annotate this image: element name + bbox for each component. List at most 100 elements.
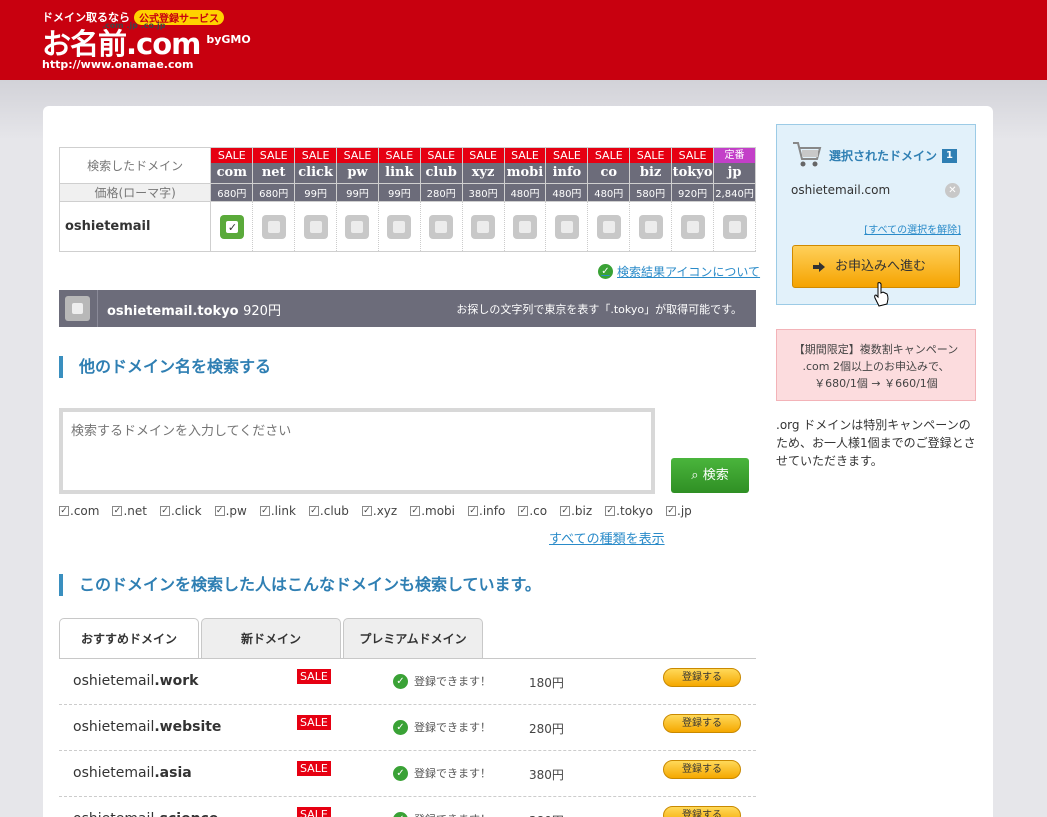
proceed-label: お申込みへ進む: [835, 259, 927, 274]
tld-filter-tokyo[interactable]: ✓ .tokyo: [605, 504, 653, 518]
logo-by: by: [206, 33, 222, 46]
tld-checkbox-link[interactable]: [387, 214, 412, 239]
tld-filter-label: .biz: [571, 504, 593, 518]
sale-badge: SALE: [337, 148, 378, 163]
tld-filter-info[interactable]: ✓ .info: [468, 504, 505, 518]
tld-filter-mobi[interactable]: ✓ .mobi: [410, 504, 455, 518]
tld-price: 99円: [294, 183, 338, 202]
tld-checkbox-mobi[interactable]: [512, 214, 537, 239]
tld-checkbox-click[interactable]: [303, 214, 328, 239]
tab-recommended[interactable]: おすすめドメイン: [59, 618, 199, 659]
tld-checkbox-net[interactable]: [261, 214, 286, 239]
tld-filter-biz[interactable]: ✓ .biz: [560, 504, 592, 518]
cart-selected-domain: oshietemail.com: [791, 183, 891, 197]
tokyo-checkbox[interactable]: [65, 296, 90, 321]
tld-filter-net[interactable]: ✓ .net: [112, 504, 147, 518]
domain-search-input[interactable]: [59, 408, 655, 494]
register-button[interactable]: 登録する: [663, 668, 741, 687]
checkbox-checked-icon[interactable]: ✓: [308, 506, 319, 516]
tld-filter-club[interactable]: ✓ .club: [308, 504, 349, 518]
register-button[interactable]: 登録する: [663, 806, 741, 817]
tld-price: 280円: [419, 183, 463, 202]
checkbox-checked-icon[interactable]: ✓: [518, 506, 529, 516]
checkbox-checked-icon[interactable]: ✓: [259, 506, 270, 516]
tld-filter-link[interactable]: ✓ .link: [259, 504, 296, 518]
domain-tld: .asia: [154, 765, 192, 781]
tld-checkbox-com[interactable]: ✓: [219, 214, 244, 239]
tld-filter-label: .co: [529, 504, 548, 518]
tokyo-suggestion-bar: oshietemail.tokyo 920円 お探しの文字列で東京を表す「.to…: [59, 290, 756, 327]
sale-badge: SALE: [588, 148, 630, 163]
result-icon-help-link[interactable]: ✓ 検索結果アイコンについて: [598, 263, 760, 280]
check-circle-icon: ✓: [393, 719, 408, 735]
selected-domain-cart: 選択されたドメイン 1 oshietemail.com ✕ [すべての選択を解除…: [776, 124, 976, 305]
checkbox-checked-icon[interactable]: ✓: [159, 506, 170, 516]
check-circle-icon: ✓: [393, 811, 408, 817]
tld-filter-com[interactable]: ✓ .com: [59, 504, 99, 518]
site-logo[interactable]: ドメイン取るなら 公式登録サービス お名前.com byGMO .com .jp…: [42, 9, 251, 71]
tld-checkbox-co[interactable]: [596, 214, 621, 239]
logo-tld-hint: .com .jp .co.jp: [102, 21, 166, 30]
campaign-banner: 【期間限定】複数割キャンペーン .com 2個以上のお申込みで、 ￥680/1個…: [776, 329, 976, 401]
tld-filter-label: .club: [319, 504, 349, 518]
site-header: ドメイン取るなら 公式登録サービス お名前.com byGMO .com .jp…: [0, 0, 1047, 80]
checkbox-checked-icon[interactable]: ✓: [605, 506, 616, 516]
tld-checkbox-cell: [629, 201, 673, 252]
tld-checkbox-cell: [461, 201, 505, 252]
list-item: oshietemail.work SALE ✓ 登録できます！ 180円 登録する: [59, 659, 756, 705]
tld-checkbox-cell: [713, 201, 756, 252]
related-domain-price: 280円: [529, 722, 564, 736]
availability-status: ✓ 登録できます！: [393, 811, 491, 817]
tld-checkbox-biz[interactable]: [638, 214, 663, 239]
tld-checkbox-jp[interactable]: [722, 214, 747, 239]
tab-premium-domains[interactable]: プレミアムドメイン: [343, 618, 483, 658]
tld-column-xyz: SALE xyz: [461, 147, 505, 184]
show-all-types-link[interactable]: すべての種類を表示: [549, 528, 665, 547]
tld-price: 580円: [629, 183, 673, 202]
sale-badge: SALE: [546, 148, 588, 163]
tld-name: info: [552, 165, 582, 180]
checkbox-checked-icon[interactable]: ✓: [560, 506, 571, 516]
checkbox-checked-icon[interactable]: ✓: [666, 506, 676, 516]
checkbox-checked-icon[interactable]: ✓: [468, 506, 478, 516]
tab-new-domains[interactable]: 新ドメイン: [201, 618, 341, 658]
related-domain-price: 180円: [529, 676, 564, 690]
tld-filter-pw[interactable]: ✓ .pw: [214, 504, 247, 518]
tld-checkbox-pw[interactable]: [345, 214, 370, 239]
checkbox-checked-icon[interactable]: ✓: [361, 506, 372, 516]
search-button[interactable]: ⌕ 検索: [671, 458, 749, 493]
checkbox-checked-icon[interactable]: ✓: [214, 506, 225, 516]
remove-domain-icon[interactable]: ✕: [945, 183, 960, 198]
tld-column-click: SALE click: [294, 147, 338, 184]
result-icon-help-text: 検索結果アイコンについて: [617, 265, 761, 279]
register-button[interactable]: 登録する: [663, 760, 741, 779]
tld-column-club: SALE club: [419, 147, 463, 184]
hand-cursor-icon: [874, 282, 889, 307]
tld-checkbox-cell: [587, 201, 631, 252]
tld-name: co: [600, 165, 618, 180]
tld-checkbox-cell: [252, 201, 296, 252]
availability-status: ✓ 登録できます！: [393, 719, 491, 735]
clear-selection-link[interactable]: [すべての選択を解除]: [864, 221, 961, 236]
tokyo-message: お探しの文字列で東京を表す「.tokyo」が取得可能です。: [456, 303, 742, 316]
related-domain-name: oshietemail.work: [73, 673, 198, 689]
sale-badge: SALE: [297, 761, 331, 776]
tld-checkbox-club[interactable]: [429, 214, 454, 239]
checkbox-checked-icon[interactable]: ✓: [410, 506, 421, 516]
checkbox-checked-icon[interactable]: ✓: [112, 506, 123, 516]
tld-filter-click[interactable]: ✓ .click: [159, 504, 202, 518]
checkbox-checked-icon[interactable]: ✓: [59, 506, 69, 516]
searched-keyword: oshietemail: [58, 201, 212, 252]
tld-checkbox-xyz[interactable]: [471, 214, 496, 239]
tld-filter-jp[interactable]: ✓ .jp: [666, 504, 692, 518]
tld-column-net: SALE net: [252, 147, 296, 184]
domain-result-table: 検索したドメイン SALE com SALE net SALE click SALE pw SA…: [58, 147, 756, 252]
tld-name: link: [385, 165, 414, 180]
related-domain-name: oshietemail.asia: [73, 765, 192, 781]
tld-checkbox-tokyo[interactable]: [680, 214, 705, 239]
tld-filter-co[interactable]: ✓ .co: [518, 504, 547, 518]
register-button[interactable]: 登録する: [663, 714, 741, 733]
tld-filter-xyz[interactable]: ✓ .xyz: [361, 504, 397, 518]
campaign-line-2: .com 2個以上のお申込みで、: [802, 360, 950, 373]
tld-checkbox-info[interactable]: [554, 214, 579, 239]
